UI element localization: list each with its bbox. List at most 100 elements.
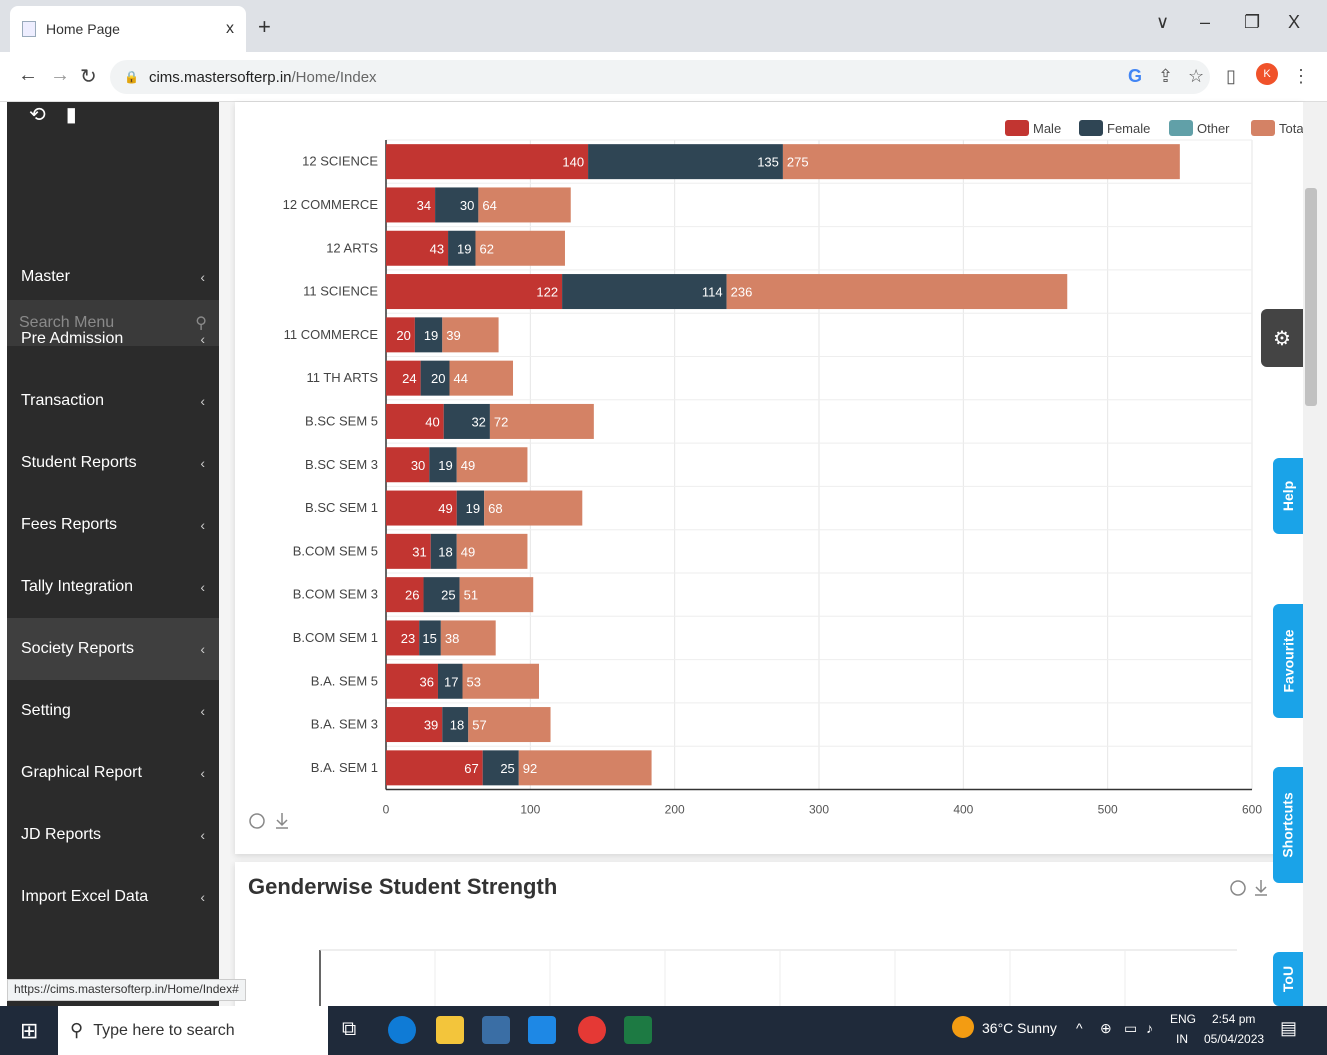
- forward-icon[interactable]: →: [50, 64, 70, 87]
- url-host: cims.mastersofterp.in: [148, 68, 292, 86]
- sidebar-item-transaction[interactable]: Transaction ‹: [7, 370, 219, 432]
- tray-chevron-icon[interactable]: ^: [1076, 1020, 1083, 1036]
- category-label: 11 TH ARTS: [306, 370, 378, 385]
- data-label: 26: [405, 588, 419, 603]
- bar-total[interactable]: [782, 144, 1180, 180]
- category-label: B.COM SEM 5: [293, 543, 378, 558]
- main-content: 0 100 200 300 400 500 600 12 SCIENCE 140 135 275 12…: [219, 102, 1303, 1012]
- sidebar-item-tally-integration[interactable]: Tally Integration ‹: [7, 556, 219, 618]
- category-label: B.A. SEM 3: [311, 717, 378, 732]
- share-icon[interactable]: ⇪: [1158, 66, 1173, 87]
- excel-icon[interactable]: [624, 1016, 652, 1044]
- shortcuts-tab-label: Shortcuts: [1280, 792, 1296, 858]
- volume-icon[interactable]: ♪: [1146, 1020, 1153, 1036]
- store-icon[interactable]: [482, 1016, 510, 1044]
- sidebar-item-graphical-report[interactable]: Graphical Report ‹: [7, 742, 219, 804]
- weather-sun-icon: [952, 1016, 974, 1038]
- google-icon[interactable]: G: [1128, 66, 1142, 87]
- minimize-button[interactable]: –: [1200, 12, 1210, 33]
- legend-label[interactable]: Male: [1033, 121, 1061, 136]
- data-label: 92: [523, 761, 537, 776]
- legend-label[interactable]: Total: [1279, 121, 1303, 136]
- scrollbar-thumb[interactable]: [1305, 188, 1317, 406]
- language-indicator[interactable]: ENG: [1170, 1012, 1196, 1026]
- tou-tab[interactable]: ToU: [1273, 952, 1303, 1006]
- bar-male[interactable]: [386, 144, 589, 180]
- document-icon[interactable]: ▮: [66, 102, 77, 127]
- sidebar-item-jd-reports[interactable]: JD Reports ‹: [7, 804, 219, 866]
- chrome-icon[interactable]: [578, 1016, 606, 1044]
- refresh-icon[interactable]: ⟲: [29, 102, 46, 127]
- new-tab-button[interactable]: +: [258, 14, 271, 40]
- back-icon[interactable]: ←: [18, 64, 38, 87]
- data-label: 43: [430, 241, 444, 256]
- genderwise-refresh-icon[interactable]: [1230, 880, 1246, 896]
- tab-title: Home Page: [46, 21, 120, 37]
- bar-female[interactable]: [588, 144, 783, 180]
- sidebar-item-label: JD Reports: [21, 826, 102, 843]
- legend-label[interactable]: Other: [1197, 121, 1230, 136]
- region-indicator[interactable]: IN: [1176, 1032, 1188, 1046]
- favourite-tab[interactable]: Favourite: [1273, 604, 1303, 718]
- sidebar-item-student-reports[interactable]: Student Reports ‹: [7, 432, 219, 494]
- restore-button[interactable]: ❐: [1244, 12, 1260, 33]
- reload-icon[interactable]: ↻: [80, 64, 97, 89]
- shortcuts-tab[interactable]: Shortcuts: [1273, 767, 1303, 883]
- sidebar-item-label: Tally Integration: [21, 578, 134, 595]
- file-explorer-icon[interactable]: [436, 1016, 464, 1044]
- chevron-left-icon: ‹: [200, 455, 205, 471]
- legend-swatch-female[interactable]: [1079, 120, 1103, 136]
- sidebar-item-society-reports[interactable]: Society Reports ‹: [7, 618, 219, 680]
- sidebar-item-label: Transaction: [21, 392, 104, 409]
- taskbar-search[interactable]: ⚲ Type here to search: [58, 1006, 328, 1055]
- menu-kebab-icon[interactable]: ⋮: [1292, 66, 1310, 87]
- category-label: B.A. SEM 1: [311, 760, 378, 775]
- clock-time[interactable]: 2:54 pm: [1212, 1012, 1255, 1026]
- data-label: 19: [466, 501, 480, 516]
- data-label: 17: [444, 674, 458, 689]
- profile-avatar[interactable]: K: [1256, 63, 1278, 85]
- genderwise-card: Genderwise Student Strength: [235, 862, 1303, 1012]
- network-icon[interactable]: ⊕: [1100, 1020, 1112, 1037]
- windows-start-icon[interactable]: ⊞: [20, 1018, 38, 1044]
- chevron-left-icon: ‹: [200, 889, 205, 905]
- legend-swatch-total[interactable]: [1251, 120, 1275, 136]
- display-icon[interactable]: ▭: [1124, 1020, 1137, 1037]
- bar-total[interactable]: [518, 750, 652, 786]
- clock-date[interactable]: 05/04/2023: [1204, 1032, 1264, 1046]
- sidebar-item-master[interactable]: Master ‹: [7, 246, 219, 308]
- mail-icon[interactable]: [528, 1016, 556, 1044]
- help-tab-label: Help: [1280, 480, 1296, 512]
- x-tick-label: 300: [809, 803, 829, 817]
- legend-label[interactable]: Female: [1107, 121, 1150, 136]
- download-icon[interactable]: [276, 813, 288, 829]
- sidebar-item-label: Import Excel Data: [21, 888, 149, 905]
- weather-text[interactable]: 36°C Sunny: [982, 1020, 1057, 1036]
- bar-total[interactable]: [726, 274, 1068, 310]
- edge-icon[interactable]: [388, 1016, 416, 1044]
- taskbar-search-input[interactable]: Type here to search: [93, 1022, 234, 1040]
- refresh-icon[interactable]: [249, 813, 265, 829]
- task-view-icon[interactable]: ⧉: [342, 1018, 356, 1041]
- data-label: 275: [787, 155, 809, 170]
- tab-close-icon[interactable]: x: [226, 20, 234, 38]
- side-panel-icon[interactable]: ▯: [1226, 66, 1236, 87]
- legend-swatch-other[interactable]: [1169, 120, 1193, 136]
- omnibox[interactable]: 🔒 cims.mastersofterp.in/Home/Index: [110, 60, 1210, 94]
- sidebar-item-setting[interactable]: Setting ‹: [7, 680, 219, 742]
- category-label: B.SC SEM 1: [305, 500, 378, 515]
- category-label: 12 ARTS: [326, 240, 378, 255]
- sidebar-item-import-excel-data[interactable]: Import Excel Data ‹: [7, 866, 219, 928]
- help-tab[interactable]: Help: [1273, 458, 1303, 534]
- close-window-button[interactable]: X: [1288, 12, 1300, 33]
- genderwise-download-icon[interactable]: [1255, 880, 1267, 896]
- notifications-icon[interactable]: ▤: [1280, 1018, 1297, 1039]
- browser-tab[interactable]: Home Page x: [10, 6, 246, 52]
- sidebar-item-fees-reports[interactable]: Fees Reports ‹: [7, 494, 219, 556]
- favourite-tab-label: Favourite: [1280, 629, 1297, 693]
- sidebar-item-pre-admission[interactable]: Pre Admission ‹: [7, 308, 219, 370]
- tab-search-icon[interactable]: ∨: [1156, 12, 1169, 33]
- bookmark-star-icon[interactable]: ☆: [1188, 66, 1204, 87]
- settings-gear-icon[interactable]: ⚙: [1261, 309, 1303, 367]
- legend-swatch-male[interactable]: [1005, 120, 1029, 136]
